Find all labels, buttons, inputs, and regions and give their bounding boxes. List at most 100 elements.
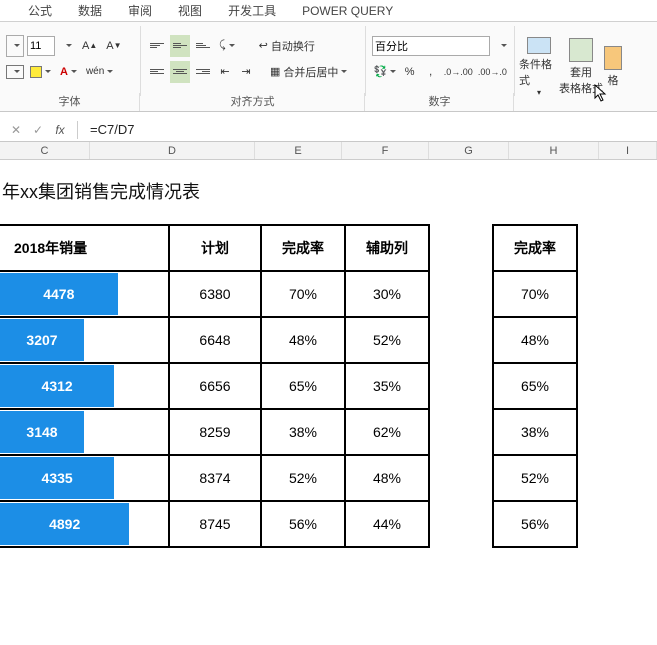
cell-aux[interactable]: 48% bbox=[345, 455, 429, 501]
cell-plan[interactable]: 8259 bbox=[169, 409, 261, 455]
column-headers: C D E F G H I bbox=[0, 142, 657, 160]
increase-font-button[interactable]: A▲ bbox=[79, 35, 100, 57]
table-row: 65% bbox=[493, 363, 577, 409]
formula-input[interactable] bbox=[84, 122, 657, 137]
column-header[interactable]: C bbox=[0, 142, 90, 159]
table-format-icon bbox=[569, 38, 593, 62]
increase-indent-button[interactable]: ⇥ bbox=[237, 61, 255, 83]
fill-color-button[interactable] bbox=[27, 61, 54, 83]
menu-item[interactable]: 视图 bbox=[178, 2, 202, 19]
decrease-font-button[interactable]: A▼ bbox=[103, 35, 124, 57]
cell-plan[interactable]: 6656 bbox=[169, 363, 261, 409]
align-top-button[interactable] bbox=[147, 35, 167, 57]
column-header[interactable]: E bbox=[255, 142, 342, 159]
cell-rate[interactable]: 56% bbox=[261, 501, 345, 547]
table-format-button[interactable]: 套用 表格格式 bbox=[561, 37, 601, 97]
align-right-button[interactable] bbox=[193, 61, 213, 83]
th-sales[interactable]: 2018年销量 bbox=[0, 225, 169, 271]
conditional-format-button[interactable]: 条件格式 ▾ bbox=[519, 37, 559, 97]
menu-item[interactable]: POWER QUERY bbox=[302, 4, 393, 18]
border-button[interactable] bbox=[6, 65, 24, 79]
cell-rate2[interactable]: 48% bbox=[493, 317, 577, 363]
th-aux[interactable]: 辅助列 bbox=[345, 225, 429, 271]
cell-aux[interactable]: 52% bbox=[345, 317, 429, 363]
merge-icon: ▦ bbox=[270, 65, 280, 78]
comma-format-button[interactable]: , bbox=[422, 61, 440, 83]
menu-item[interactable]: 开发工具 bbox=[228, 2, 276, 19]
orientation-button[interactable]: ⤹ bbox=[216, 35, 238, 57]
font-size-dropdown[interactable] bbox=[58, 35, 76, 57]
cell-plan[interactable]: 6648 bbox=[169, 317, 261, 363]
align-middle-button[interactable] bbox=[170, 35, 190, 57]
cell-rate2[interactable]: 56% bbox=[493, 501, 577, 547]
wrap-text-button[interactable]: ↩ 自动换行 bbox=[254, 35, 320, 57]
table-row: 4312665665%35% bbox=[0, 363, 429, 409]
cell-styles-icon bbox=[604, 46, 622, 70]
side-table: 完成率 70%48%65%38%52%56% bbox=[492, 224, 578, 548]
accounting-format-button[interactable]: 💱 bbox=[372, 61, 398, 83]
column-header[interactable]: H bbox=[509, 142, 599, 159]
cell-rate[interactable]: 70% bbox=[261, 271, 345, 317]
worksheet[interactable]: 年xx集团销售完成情况表 2018年销量 计划 完成率 辅助列 44786380… bbox=[0, 160, 657, 548]
number-format-combo[interactable] bbox=[372, 36, 490, 56]
font-family-dropdown[interactable] bbox=[6, 35, 24, 57]
cell-plan[interactable]: 8374 bbox=[169, 455, 261, 501]
ribbon: A▲ A▼ A wén 字体 ⤹ ↩ 自动换行 bbox=[0, 22, 657, 112]
cell-sales[interactable]: 4892 bbox=[0, 501, 169, 547]
font-color-button[interactable]: A bbox=[57, 61, 80, 83]
cell-aux[interactable]: 35% bbox=[345, 363, 429, 409]
cell-rate2[interactable]: 65% bbox=[493, 363, 577, 409]
cell-rate2[interactable]: 52% bbox=[493, 455, 577, 501]
cell-styles-button[interactable]: 格 bbox=[603, 37, 623, 97]
cell-sales[interactable]: 3148 bbox=[0, 409, 169, 455]
decrease-indent-button[interactable]: ⇤ bbox=[216, 61, 234, 83]
column-header[interactable]: I bbox=[599, 142, 657, 159]
cell-rate2[interactable]: 38% bbox=[493, 409, 577, 455]
table-row: 38% bbox=[493, 409, 577, 455]
phonetic-button[interactable]: wén bbox=[83, 61, 116, 83]
cell-aux[interactable]: 44% bbox=[345, 501, 429, 547]
table-row: 4335837452%48% bbox=[0, 455, 429, 501]
cell-plan[interactable]: 8745 bbox=[169, 501, 261, 547]
fx-button[interactable]: fx bbox=[49, 123, 71, 137]
cell-rate[interactable]: 65% bbox=[261, 363, 345, 409]
conditional-format-icon bbox=[527, 37, 551, 54]
ribbon-group-label: 数字 bbox=[366, 93, 514, 111]
column-header[interactable]: F bbox=[342, 142, 429, 159]
table-row: 48% bbox=[493, 317, 577, 363]
th-plan[interactable]: 计划 bbox=[169, 225, 261, 271]
column-header[interactable]: D bbox=[90, 142, 255, 159]
formula-accept-button[interactable]: ✓ bbox=[27, 123, 49, 137]
font-size-input[interactable] bbox=[27, 36, 55, 56]
number-format-dropdown[interactable] bbox=[493, 35, 511, 57]
formula-cancel-button[interactable]: ✕ bbox=[5, 123, 27, 137]
table-row: 4892874556%44% bbox=[0, 501, 429, 547]
cell-rate[interactable]: 52% bbox=[261, 455, 345, 501]
align-center-button[interactable] bbox=[170, 61, 190, 83]
formula-bar: ✕ ✓ fx bbox=[0, 118, 657, 142]
increase-decimal-button[interactable]: .0→.00 bbox=[443, 61, 474, 83]
cell-sales[interactable]: 3207 bbox=[0, 317, 169, 363]
menu-item[interactable]: 公式 bbox=[28, 2, 52, 19]
cell-sales[interactable]: 4478 bbox=[0, 271, 169, 317]
table-row: 3207664848%52% bbox=[0, 317, 429, 363]
sheet-title: 年xx集团销售完成情况表 bbox=[0, 178, 657, 224]
cell-sales[interactable]: 4312 bbox=[0, 363, 169, 409]
decrease-decimal-button[interactable]: .00→.0 bbox=[477, 61, 508, 83]
th-rate[interactable]: 完成率 bbox=[261, 225, 345, 271]
menu-item[interactable]: 审阅 bbox=[128, 2, 152, 19]
cell-aux[interactable]: 62% bbox=[345, 409, 429, 455]
align-bottom-button[interactable] bbox=[193, 35, 213, 57]
menu-item[interactable]: 数据 bbox=[78, 2, 102, 19]
align-left-button[interactable] bbox=[147, 61, 167, 83]
percent-format-button[interactable]: % bbox=[401, 61, 419, 83]
cell-sales[interactable]: 4335 bbox=[0, 455, 169, 501]
cell-rate[interactable]: 38% bbox=[261, 409, 345, 455]
merge-center-button[interactable]: ▦ 合并后居中 bbox=[265, 61, 352, 83]
th-rate2[interactable]: 完成率 bbox=[493, 225, 577, 271]
cell-plan[interactable]: 6380 bbox=[169, 271, 261, 317]
column-header[interactable]: G bbox=[429, 142, 509, 159]
cell-rate2[interactable]: 70% bbox=[493, 271, 577, 317]
cell-aux[interactable]: 30% bbox=[345, 271, 429, 317]
cell-rate[interactable]: 48% bbox=[261, 317, 345, 363]
